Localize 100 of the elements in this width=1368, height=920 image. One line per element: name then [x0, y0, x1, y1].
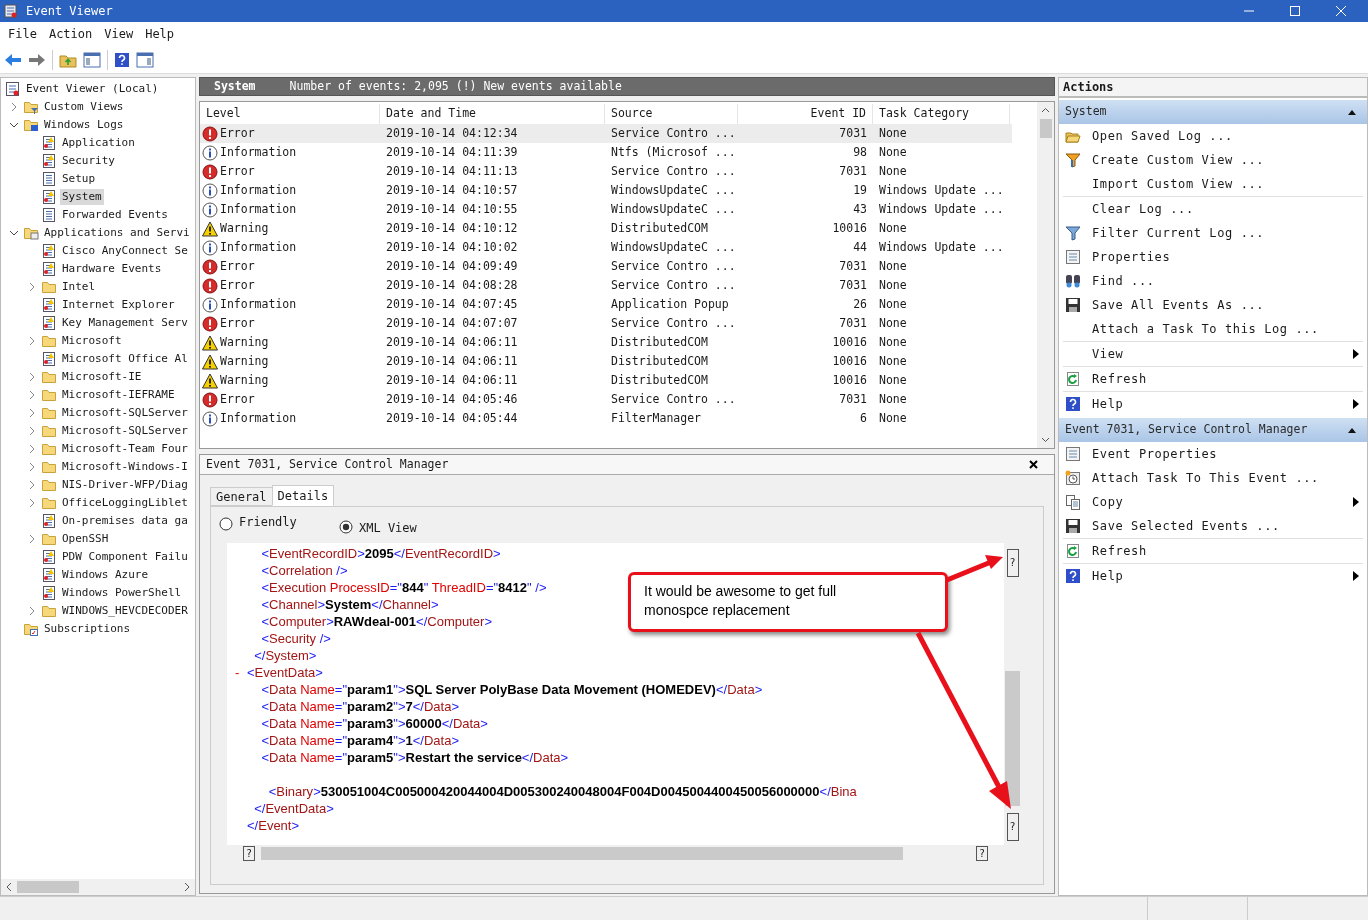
command-link[interactable]: Find ...	[1063, 269, 1363, 293]
collapse-icon[interactable]	[1347, 427, 1357, 433]
chevron-right-icon[interactable]	[27, 372, 37, 382]
menu-item[interactable]: Help	[141, 24, 179, 44]
tree-item[interactable]: Event Viewer (Local)	[24, 80, 161, 98]
collapse-icon[interactable]	[1347, 109, 1357, 115]
chevron-right-icon[interactable]	[27, 498, 37, 508]
chevron-right-icon[interactable]	[9, 102, 19, 112]
chevron-right-icon[interactable]	[27, 336, 37, 346]
menu-item[interactable]: File	[4, 24, 41, 44]
tree-item[interactable]: Microsoft-Team Four	[60, 440, 190, 458]
section-header[interactable]: System	[1059, 100, 1367, 124]
back-icon[interactable]	[4, 51, 22, 68]
table-row[interactable]: Information 2019-10-14 04:10:55 WindowsUpdateC ... 43 Windows Update ...	[200, 200, 1012, 219]
tree-item[interactable]: Hardware Events	[60, 260, 164, 278]
tree-item[interactable]: Application	[60, 134, 137, 152]
chevron-right-icon[interactable]	[27, 444, 37, 454]
chevron-down-icon[interactable]	[9, 120, 19, 130]
table-row[interactable]: Error 2019-10-14 04:08:28 Service Contro ... 7031 None	[200, 276, 1012, 295]
table-row[interactable]: Error 2019-10-14 04:12:34 Service Contro ... 7031 None	[200, 124, 1012, 143]
close-icon[interactable]	[1029, 460, 1038, 469]
table-row[interactable]: Error 2019-10-14 04:05:46 Service Contro ... 7031 None	[200, 390, 1012, 409]
maximize-icon[interactable]	[1290, 6, 1300, 16]
table-row[interactable]: Information 2019-10-14 04:10:02 WindowsUpdateC ... 44 Windows Update ...	[200, 238, 1012, 257]
table-row[interactable]: Error 2019-10-14 04:07:07 Service Contro ... 7031 None	[200, 314, 1012, 333]
tree-item[interactable]: Key Management Serv	[60, 314, 190, 332]
panel-icon[interactable]	[83, 51, 101, 68]
tree-item[interactable]: Setup	[60, 170, 98, 188]
tree-item[interactable]: Microsoft-IE	[60, 368, 144, 386]
tree-item[interactable]: Custom Views	[42, 98, 126, 116]
command-link[interactable]: Properties	[1063, 245, 1363, 269]
tree-item[interactable]: Applications and Servi	[42, 224, 192, 242]
tree-item[interactable]: OfficeLoggingLiblet	[60, 494, 190, 512]
chevron-right-icon[interactable]	[27, 426, 37, 436]
table-row[interactable]: Warning 2019-10-14 04:06:11 DistributedCOM 10016 None	[200, 371, 1012, 390]
chevron-right-icon[interactable]	[27, 480, 37, 490]
table-row[interactable]: Warning 2019-10-14 04:06:11 DistributedCOM 10016 None	[200, 352, 1012, 371]
command-link[interactable]: Refresh	[1063, 539, 1363, 563]
scrollbar-thumb[interactable]	[17, 881, 79, 893]
command-link[interactable]: Filter Current Log ...	[1063, 221, 1363, 245]
table-row[interactable]: Error 2019-10-14 04:11:13 Service Contro ... 7031 None	[200, 162, 1012, 181]
tree-item[interactable]: Subscriptions	[42, 620, 133, 638]
table-row[interactable]: Information 2019-10-14 04:05:44 FilterManager 6 None	[200, 409, 1012, 428]
tab[interactable]: Details	[271, 485, 335, 506]
radio-button[interactable]	[219, 517, 233, 531]
tree-item[interactable]: Microsoft	[60, 332, 124, 350]
scroll-up-glyph[interactable]: ?	[1006, 549, 1019, 577]
command-link[interactable]: Import Custom View ...	[1063, 172, 1363, 196]
chevron-right-icon[interactable]	[27, 282, 37, 292]
tree-item[interactable]: Microsoft-SQLServer	[60, 422, 190, 440]
command-link[interactable]: Refresh	[1063, 367, 1363, 391]
command-link[interactable]: Event Properties	[1063, 442, 1363, 466]
chevron-right-icon[interactable]	[27, 408, 37, 418]
tree-item[interactable]: System	[60, 188, 104, 206]
table-row[interactable]: Information 2019-10-14 04:07:45 Application Popup 26 None	[200, 295, 1012, 314]
command-link[interactable]: Attach a Task To this Log ...	[1063, 317, 1363, 341]
chevron-right-icon[interactable]	[27, 606, 37, 616]
command-link[interactable]: Help	[1063, 564, 1363, 588]
table-row[interactable]: Warning 2019-10-14 04:06:11 DistributedCOM 10016 None	[200, 333, 1012, 352]
tree-item[interactable]: Microsoft-IEFRAME	[60, 386, 177, 404]
tree-item[interactable]: OpenSSH	[60, 530, 111, 548]
command-link[interactable]: Attach Task To This Event ...	[1063, 466, 1363, 490]
table-row[interactable]: Information 2019-10-14 04:11:39 Ntfs (Microsof ... 98 None	[200, 143, 1012, 162]
tree-item[interactable]: WINDOWS_HEVCDECODER	[60, 602, 190, 620]
tree-item[interactable]: Windows Azure	[60, 566, 151, 584]
tree-item[interactable]: Intel	[60, 278, 98, 296]
command-link[interactable]: Save All Events As ...	[1063, 293, 1363, 317]
command-link[interactable]: Copy	[1063, 490, 1363, 514]
scrollbar-thumb[interactable]	[1005, 671, 1020, 806]
command-link[interactable]: Help	[1063, 392, 1363, 416]
collapse-marker[interactable]: -	[235, 662, 240, 683]
tab[interactable]: General	[210, 487, 272, 506]
table-row[interactable]: Information 2019-10-14 04:10:57 WindowsUpdateC ... 19 Windows Update ...	[200, 181, 1012, 200]
scroll-right-glyph[interactable]: ?	[976, 845, 988, 861]
chevron-right-icon[interactable]	[27, 462, 37, 472]
table-row[interactable]: Error 2019-10-14 04:09:49 Service Contro ... 7031 None	[200, 257, 1012, 276]
tree-item[interactable]: Microsoft-SQLServer	[60, 404, 190, 422]
tree-item[interactable]: Microsoft-Windows-I	[60, 458, 190, 476]
command-link[interactable]: Create Custom View ...	[1063, 148, 1363, 172]
command-link[interactable]: Open Saved Log ...	[1063, 124, 1363, 148]
command-link[interactable]: Save Selected Events ...	[1063, 514, 1363, 538]
tree-item[interactable]: PDW Component Failu	[60, 548, 190, 566]
scrollbar-thumb[interactable]	[261, 846, 903, 860]
forward-icon[interactable]	[28, 51, 46, 68]
chevron-right-icon[interactable]	[27, 534, 37, 544]
section-header[interactable]: Event 7031, Service Control Manager	[1059, 418, 1367, 442]
tree-item[interactable]: Windows PowerShell	[60, 584, 184, 602]
command-link[interactable]: View	[1063, 342, 1363, 366]
chevron-down-icon[interactable]	[9, 228, 19, 238]
menu-item[interactable]: Action	[44, 24, 97, 44]
tree-item[interactable]: Cisco AnyConnect Se	[60, 242, 190, 260]
scroll-left-glyph[interactable]: ?	[243, 845, 255, 861]
chevron-right-icon[interactable]	[27, 390, 37, 400]
tree-item[interactable]: NIS-Driver-WFP/Diag	[60, 476, 190, 494]
table-row[interactable]: Warning 2019-10-14 04:10:12 DistributedCOM 10016 None	[200, 219, 1012, 238]
menu-item[interactable]: View	[100, 24, 138, 44]
panel-icon[interactable]	[136, 51, 154, 68]
tree-item[interactable]: Windows Logs	[42, 116, 126, 134]
tree-item[interactable]: Microsoft Office Al	[60, 350, 190, 368]
command-link[interactable]: Clear Log ...	[1063, 197, 1363, 221]
